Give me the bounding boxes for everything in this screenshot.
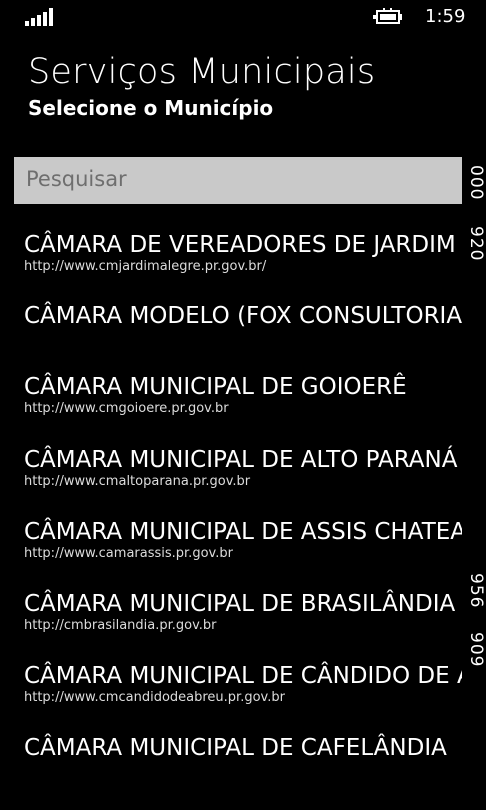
list-item-url: http://www.cmcandidodeabreu.pr.gov.br — [24, 690, 285, 705]
search-placeholder: Pesquisar — [26, 167, 127, 191]
page-subtitle: Selecione o Município — [28, 96, 274, 120]
list-item-url: http://www.cmaltoparana.pr.gov.br — [24, 474, 251, 489]
list-item[interactable]: CÂMARA MUNICIPAL DE ASSIS CHATEAUBRIAND … — [24, 517, 462, 561]
edge-number: 956 — [466, 573, 486, 609]
list-item[interactable]: CÂMARA MUNICIPAL DE ALTO PARANÁ http://w… — [24, 445, 462, 489]
app-title: Serviços Municipais — [28, 52, 376, 92]
list-item-title: CÂMARA MODELO (FOX CONSULTORIA - TESTES) — [24, 303, 462, 329]
list-item[interactable]: CÂMARA MUNICIPAL DE CÂNDIDO DE ABREU htt… — [24, 661, 462, 705]
edge-number: 909 — [466, 632, 486, 668]
list-item-url: http://www.camarassis.pr.gov.br — [24, 546, 233, 561]
list-item-title: CÂMARA MUNICIPAL DE ALTO PARANÁ — [24, 447, 458, 473]
list-item-url: http://cmbrasilandia.pr.gov.br — [24, 618, 217, 633]
list-item-title: CÂMARA MUNICIPAL DE CÂNDIDO DE ABREU — [24, 663, 462, 689]
signal-strength-icon — [25, 8, 55, 26]
status-bar: 1:59 — [0, 0, 486, 36]
battery-charging-icon — [373, 8, 402, 24]
list-item[interactable]: CÂMARA MUNICIPAL DE BRASILÂNDIA DO SUL h… — [24, 589, 462, 633]
list-item-url: http://www.cmgoioere.pr.gov.br — [24, 401, 229, 416]
list-item[interactable]: CÂMARA MUNICIPAL DE CAFELÂNDIA — [24, 733, 462, 763]
search-input[interactable]: Pesquisar — [14, 157, 462, 204]
list-item-title: CÂMARA MUNICIPAL DE BRASILÂNDIA DO SUL — [24, 591, 462, 617]
list-item[interactable]: CÂMARA DE VEREADORES DE JARDIM ALEGRE ht… — [24, 230, 462, 274]
clock: 1:59 — [425, 6, 466, 27]
municipality-list[interactable]: CÂMARA DE VEREADORES DE JARDIM ALEGRE ht… — [0, 218, 462, 810]
list-item-title: CÂMARA MUNICIPAL DE ASSIS CHATEAUBRIAND — [24, 519, 462, 545]
list-item-title: CÂMARA MUNICIPAL DE GOIOERÊ — [24, 374, 407, 400]
edge-number: 000 — [466, 165, 486, 201]
edge-number: 920 — [466, 226, 486, 262]
list-item-title: CÂMARA MUNICIPAL DE CAFELÂNDIA — [24, 735, 447, 761]
list-item-url: http://www.cmjardimalegre.pr.gov.br/ — [24, 259, 267, 274]
list-item-title: CÂMARA DE VEREADORES DE JARDIM ALEGRE — [24, 232, 462, 258]
list-item[interactable]: CÂMARA MODELO (FOX CONSULTORIA - TESTES) — [24, 301, 462, 331]
list-item[interactable]: CÂMARA MUNICIPAL DE GOIOERÊ http://www.c… — [24, 372, 462, 416]
